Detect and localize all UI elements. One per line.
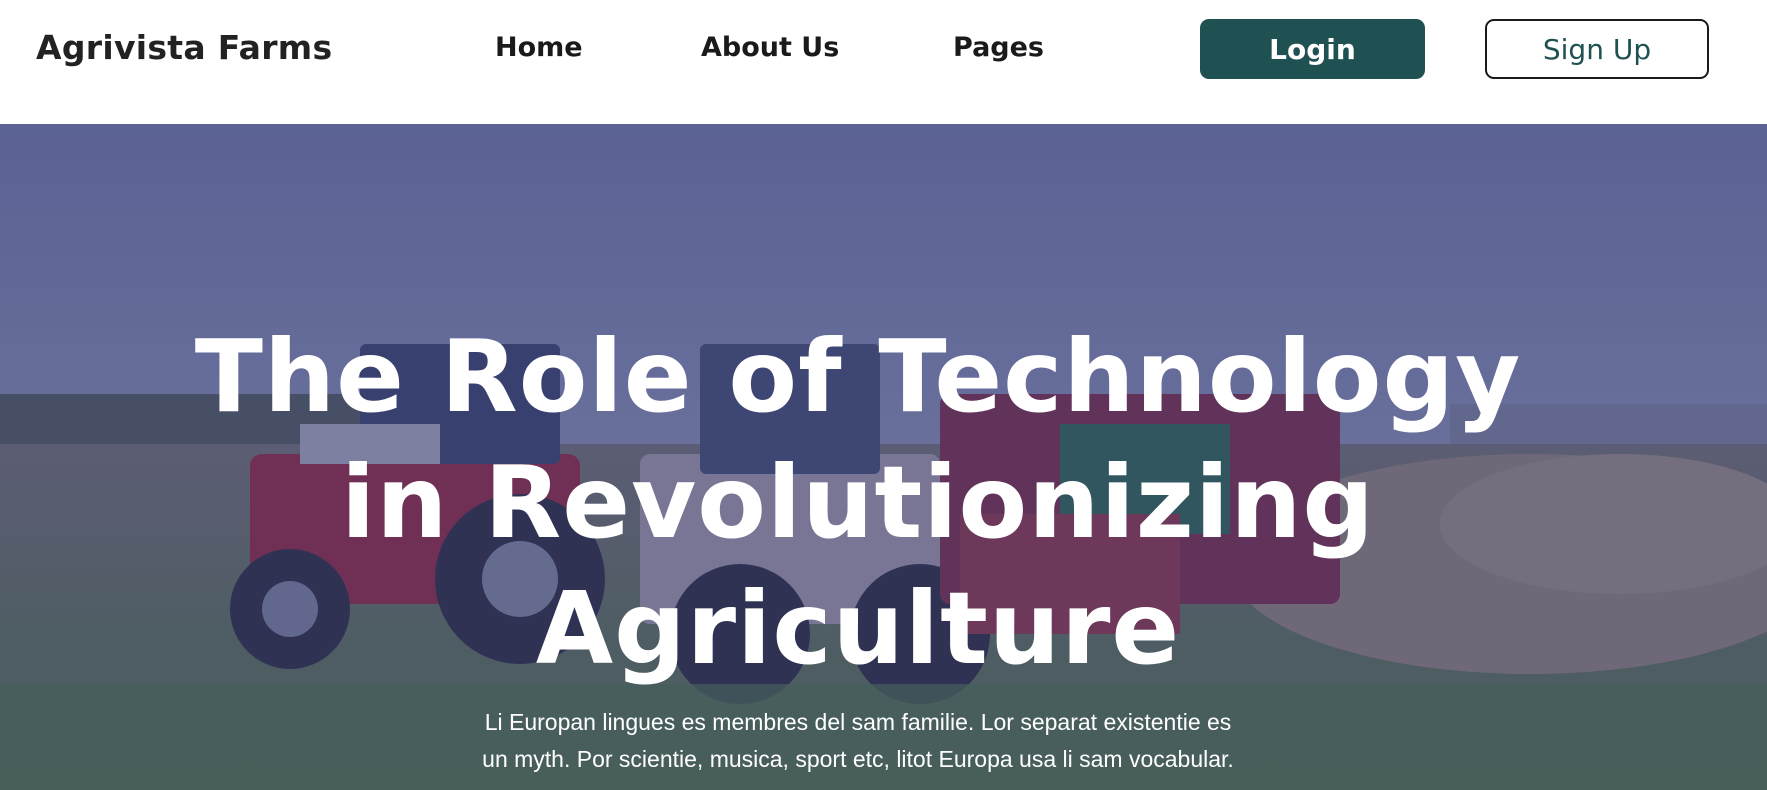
hero-description-line: Li Europan lingues es membres del sam fa… — [484, 709, 1232, 735]
site-header: Agrivista Farms Home About Us Pages Logi… — [0, 0, 1767, 124]
hero-title-line: Agriculture — [535, 570, 1181, 687]
hero-title: The Role of Technology in Revolutionizin… — [183, 314, 1533, 692]
login-button[interactable]: Login — [1200, 19, 1425, 79]
brand-logo-text[interactable]: Agrivista Farms — [36, 28, 332, 67]
hero-title-line: in Revolutionizing — [341, 444, 1375, 561]
hero-description: Li Europan lingues es membres del sam fa… — [443, 704, 1273, 778]
sign-up-button[interactable]: Sign Up — [1485, 19, 1709, 79]
nav-link-pages[interactable]: Pages — [953, 32, 1044, 63]
hero-section: The Role of Technology in Revolutionizin… — [0, 124, 1767, 790]
nav-link-about-us[interactable]: About Us — [701, 32, 839, 63]
hero-title-line: The Role of Technology — [194, 318, 1522, 435]
hero-description-line: un myth. Por scientie, musica, sport etc… — [482, 746, 1234, 772]
nav-link-home[interactable]: Home — [495, 32, 583, 63]
